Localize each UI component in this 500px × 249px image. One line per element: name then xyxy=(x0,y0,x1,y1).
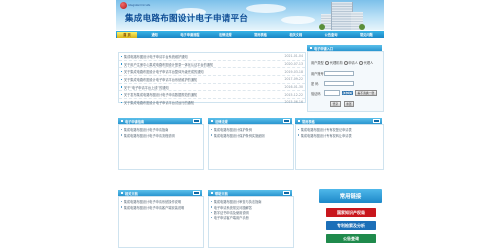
more-link[interactable] xyxy=(283,118,290,124)
login-actions: 登录 重置 xyxy=(330,101,355,107)
nav-home[interactable]: 首 页 xyxy=(117,31,137,38)
nav-announcements[interactable]: 公告查询 xyxy=(313,32,348,37)
captcha-image[interactable]: X7KD xyxy=(342,91,353,95)
news-item[interactable]: 关于集成电路布图设计电子申请平台整体升级完成的通知 2019-03-18 xyxy=(119,68,305,77)
refresh-captcha-button[interactable]: 看不清换一张 xyxy=(355,90,377,96)
page: Integrated Circuits 集成电路布图设计电子申请平台 首 页 通… xyxy=(116,0,384,249)
password-row: 密 码 xyxy=(311,81,354,87)
radio-agency[interactable] xyxy=(325,60,330,65)
radio-applicant[interactable] xyxy=(343,60,348,65)
links-header: 常用链接 xyxy=(319,189,382,203)
help-panel: 集成电路布图设计审查与执法指南 电子申请系统常见问题解答 数字证书申请及使用说明… xyxy=(208,196,294,248)
news-item[interactable]: 关于集成电路布图设计电子申请平台系统维护的通知 2017-09-22 xyxy=(119,76,305,84)
cloud-decoration xyxy=(246,4,286,13)
link-patent-search[interactable]: 专利检索及分析 xyxy=(326,221,376,230)
guide-panel: 集成电路布图设计电子申请指南 集成电路布图设计电子申请流程说明 xyxy=(118,124,204,170)
site-header: Integrated Circuits 集成电路布图设计电子申请平台 xyxy=(116,0,384,30)
login-title: 电子申请入口 xyxy=(314,46,334,51)
news-item[interactable]: 关于用户注册中心集成电路布图设计登录一体化认证平台的通知 2020-07-13 xyxy=(119,61,305,69)
news-item[interactable]: 关于“电子申请平台上线”的通知 2016-01-30 xyxy=(119,84,305,92)
more-link[interactable] xyxy=(373,118,380,124)
tree-icon xyxy=(319,24,325,30)
nav-docs[interactable]: 相关文档 xyxy=(278,32,313,37)
login-panel: 用户类型 代理机构 申请人 代理人 用户账号 密 码 验证码 X7KD 看不清换… xyxy=(307,51,384,112)
news-list: 集成电路布图设计电子申请平台系统维护通知 2021-01-04 关于用户注册中心集… xyxy=(118,52,306,106)
list-item[interactable]: 集成电路布图设计电子申请客户端安装说明 xyxy=(119,204,203,210)
user-type-row: 用户类型 代理机构 申请人 代理人 xyxy=(311,60,374,65)
nav-faq[interactable]: 常见问题 xyxy=(349,32,384,37)
site-logo[interactable]: Integrated Circuits xyxy=(120,2,150,10)
account-input[interactable] xyxy=(324,71,354,77)
nav-forms[interactable]: 常用表格 xyxy=(243,32,278,37)
tree-icon xyxy=(359,24,365,30)
news-item[interactable]: 关于集成电路布图设计电子申请平台试运行的通知 2015-06-16 xyxy=(119,99,305,106)
list-item[interactable]: 集成电路布图设计专有权转让申请表 xyxy=(296,132,383,138)
captcha-input[interactable] xyxy=(324,90,340,96)
site-title: 集成电路布图设计电子申请平台 xyxy=(125,14,249,24)
reset-button[interactable]: 重置 xyxy=(343,101,355,107)
main-nav: 首 页 通知 电子申请流程 法律法规 常用表格 相关文档 公告查询 常见问题 xyxy=(116,31,384,38)
account-row: 用户账号 xyxy=(311,71,354,77)
radio-agent[interactable] xyxy=(359,60,364,65)
logo-text: Integrated Circuits xyxy=(128,4,151,7)
logo-icon xyxy=(120,2,127,9)
news-item[interactable]: 关于发布集成电路布图设计电子申请数据规范的通知 2015-12-22 xyxy=(119,91,305,100)
forms-panel: 集成电路布图设计专有权登记申请表 集成电路布图设计专有权转让申请表 xyxy=(295,124,384,170)
nav-process[interactable]: 电子申请流程 xyxy=(172,32,207,37)
password-input[interactable] xyxy=(324,81,354,87)
link-cnipa[interactable]: 国家知识产权局 xyxy=(326,208,376,217)
login-button[interactable]: 登录 xyxy=(330,101,341,107)
list-item[interactable]: 集成电路布图设计保护条例实施细则 xyxy=(209,132,293,138)
list-item[interactable]: 集成电路布图设计电子申请流程说明 xyxy=(119,132,203,138)
more-link[interactable] xyxy=(193,118,200,124)
building-image xyxy=(319,2,365,30)
more-link[interactable] xyxy=(193,190,200,196)
link-announcement[interactable]: 公告查询 xyxy=(326,234,376,243)
news-item[interactable]: 集成电路布图设计电子申请平台系统维护通知 2021-01-04 xyxy=(119,53,305,61)
docs-panel: 集成电路布图设计电子申请系统操作说明 集成电路布图设计电子申请客户端安装说明 xyxy=(118,196,204,248)
nav-laws[interactable]: 法律法规 xyxy=(208,32,243,37)
cloud-decoration xyxy=(281,16,315,24)
laws-panel: 集成电路布图设计保护条例 集成电路布图设计保护条例实施细则 xyxy=(208,124,294,170)
captcha-row: 验证码 X7KD 看不清换一张 xyxy=(311,90,377,96)
list-item[interactable]: 电子申请客户端用户手册 xyxy=(209,215,293,220)
nav-notice[interactable]: 通知 xyxy=(137,32,172,37)
more-link[interactable] xyxy=(283,190,290,196)
